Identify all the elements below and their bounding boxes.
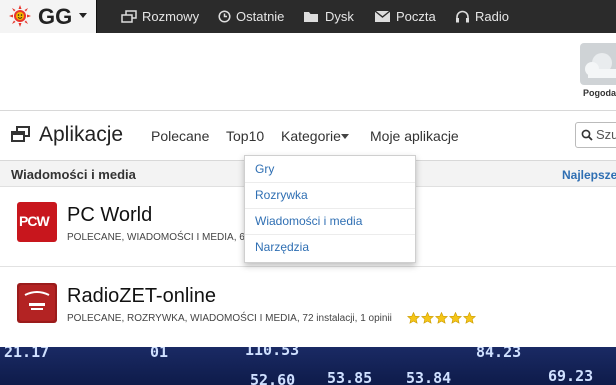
- nav-poczta[interactable]: Poczta: [374, 0, 436, 33]
- chevron-down-icon: [341, 134, 349, 139]
- sort-best-link[interactable]: Najlepsze: [562, 168, 616, 182]
- star-icon: [435, 312, 448, 324]
- tab-polecane[interactable]: Polecane: [151, 128, 209, 144]
- sun-logo-icon: [9, 5, 31, 27]
- divider: [0, 110, 616, 111]
- dropdown-item-label: Wiadomości i media: [255, 214, 363, 228]
- dropdown-item-label: Rozrywka: [255, 188, 308, 202]
- app-meta-radiozet: POLECANE, ROZRYWKA, WIADOMOŚCI I MEDIA, …: [67, 313, 392, 324]
- app-name-pcworld[interactable]: PC World: [67, 204, 152, 227]
- nav-label: Ostatnie: [236, 9, 285, 24]
- nav-dysk[interactable]: Dysk: [303, 0, 354, 33]
- star-icon: [421, 312, 434, 324]
- nav-radio[interactable]: Radio: [455, 0, 509, 33]
- star-icon: [407, 312, 420, 324]
- divider: [0, 266, 616, 267]
- radiozet-logo[interactable]: [17, 283, 57, 323]
- nav-rozmowy[interactable]: Rozmowy: [121, 0, 199, 33]
- tab-top10[interactable]: Top10: [226, 128, 264, 144]
- nav-label: Rozmowy: [142, 9, 200, 24]
- section-title: Wiadomości i media: [11, 167, 136, 182]
- ticker-value: 53.84: [406, 369, 452, 385]
- headphones-icon: [455, 10, 470, 23]
- chevron-down-icon: [79, 13, 87, 18]
- ticker-value: 52.60: [250, 371, 296, 385]
- ticker-value: 84.23: [476, 347, 522, 361]
- weather-widget[interactable]: [580, 43, 616, 85]
- nav-label: Radio: [475, 9, 509, 24]
- radiozet-logo-icon: [19, 285, 55, 321]
- rating-stars: [407, 312, 476, 324]
- dropdown-item-rozrywka[interactable]: Rozrywka: [245, 182, 415, 208]
- envelope-icon: [374, 10, 391, 23]
- star-icon: [463, 312, 476, 324]
- app-name-radiozet[interactable]: RadioZET-online: [67, 285, 216, 308]
- cloud-icon: [585, 53, 616, 78]
- ticker-value: 01: [150, 347, 169, 361]
- gg-logo-text: GG: [38, 4, 73, 29]
- search-input[interactable]: Szu: [575, 122, 616, 148]
- ticker-value: 69.23: [548, 367, 594, 385]
- star-icon: [449, 312, 462, 324]
- nav-ostatnie[interactable]: Ostatnie: [218, 0, 284, 33]
- nav-label: Poczta: [396, 9, 436, 24]
- app-meta-pcworld: POLECANE, WIADOMOŚCI I MEDIA, 6: [67, 232, 245, 243]
- pcworld-logo[interactable]: PCW: [17, 202, 57, 242]
- pcworld-logo-text: PCW: [19, 213, 50, 229]
- apps-windows-icon: [11, 126, 31, 148]
- tab-moje-aplikacje[interactable]: Moje aplikacje: [370, 128, 459, 144]
- page-title: Aplikacje: [39, 123, 124, 146]
- chat-windows-icon: [121, 10, 137, 23]
- clock-icon: [218, 10, 231, 23]
- folder-icon: [303, 10, 320, 23]
- nav-label: Dysk: [325, 9, 354, 24]
- dropdown-item-wiadomosci[interactable]: Wiadomości i media: [245, 208, 415, 234]
- dropdown-item-narzedzia[interactable]: Narzędzia: [245, 234, 415, 260]
- top-bar: GG Rozmowy Ostatnie Dysk Poczta Radio: [0, 0, 616, 33]
- gg-menu-button[interactable]: GG: [0, 0, 97, 33]
- weather-label: Pogoda: [583, 88, 616, 98]
- dropdown-item-gry[interactable]: Gry: [245, 156, 415, 182]
- ticker-value: 53.85: [327, 369, 373, 385]
- ticker-value: 21.17: [4, 347, 50, 361]
- ticker-value: 110.53: [245, 347, 300, 359]
- dropdown-item-label: Gry: [255, 162, 275, 176]
- kategorie-dropdown: Gry Rozrywka Wiadomości i media Narzędzi…: [244, 155, 416, 263]
- tab-kategorie[interactable]: Kategorie: [281, 128, 341, 144]
- stock-ticker-banner: 21.17 01 110.53 52.60 53.85 53.84 84.23 …: [0, 347, 616, 385]
- search-icon: [581, 128, 593, 146]
- dropdown-item-label: Narzędzia: [255, 240, 310, 254]
- search-placeholder: Szu: [596, 127, 616, 142]
